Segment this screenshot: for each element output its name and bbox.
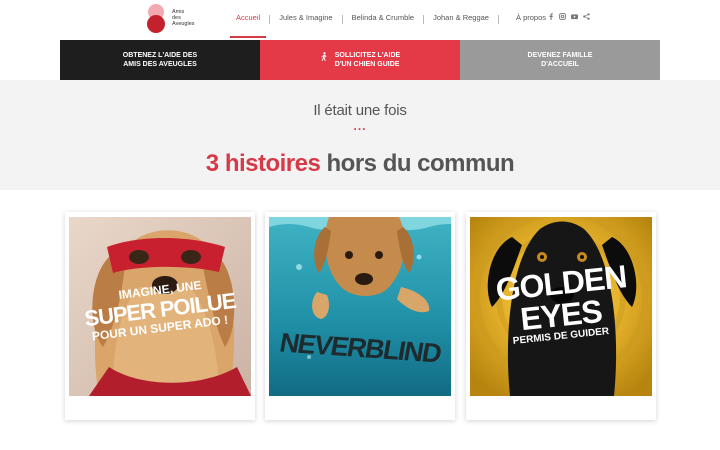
nav-separator: [269, 14, 271, 24]
nav-a-propos[interactable]: À propos: [510, 0, 552, 38]
underwater-dog-image: [269, 217, 451, 396]
headline-accent: 3 histoires: [205, 150, 321, 177]
story-card-neverblind[interactable]: NEVERBLIND: [265, 212, 455, 420]
band-item-line: D'ACCUEIL: [541, 61, 579, 68]
headline-rest: hors du commun: [320, 150, 515, 177]
nav-belinda-crumble[interactable]: Belinda & Crumble: [346, 0, 421, 38]
stories-section: Il était une fois ... 3 histoires hors d…: [0, 80, 720, 450]
section-kicker: Il était une fois: [313, 102, 407, 119]
band-item-line: DEVENEZ FAMILLE: [527, 51, 593, 59]
facebook-icon[interactable]: [547, 13, 554, 20]
social-links: [547, 13, 590, 20]
nav-separator: [497, 14, 499, 24]
logo-text: Amis des Aveugles: [172, 9, 195, 27]
band-devenez-famille[interactable]: DEVENEZ FAMILLE D'ACCUEIL: [460, 40, 660, 80]
section-headline: 3 histoires hors du commun: [0, 150, 720, 178]
logo-circles-icon: [147, 4, 165, 33]
nav-jules-imagine[interactable]: Jules & Imagine: [273, 0, 338, 38]
band-item-line: AMIS DES AVEUGLES: [123, 61, 197, 68]
poster-golden-eyes: GOLDEN EYES PERMIS DE GUIDER: [470, 217, 652, 396]
main-nav: Accueil Jules & Imagine Belinda & Crumbl…: [230, 0, 552, 38]
guide-dog-icon: [320, 51, 327, 61]
band-item-line: OBTENEZ L'AIDE DES: [122, 51, 198, 59]
band-item-line: SOLLICITEZ L'AIDE: [334, 51, 401, 59]
nav-johan-reggae[interactable]: Johan & Reggae: [427, 0, 495, 38]
band-item-line: D'UN CHIEN GUIDE: [334, 61, 400, 68]
poster-neverblind: NEVERBLIND: [269, 217, 451, 396]
action-band: OBTENEZ L'AIDE DES AMIS DES AVEUGLES SOL…: [60, 40, 660, 80]
site-header: Amis des Aveugles Accueil Jules & Imagin…: [0, 0, 720, 40]
nav-separator: [423, 14, 425, 24]
poster-imagine: IMAGINE, UNE SUPER POILUE POUR UN SUPER …: [69, 217, 251, 396]
youtube-icon[interactable]: [571, 13, 578, 20]
nav-accueil[interactable]: Accueil: [230, 0, 267, 38]
site-logo[interactable]: Amis des Aveugles: [147, 2, 207, 36]
band-sollicitez-aide[interactable]: SOLLICITEZ L'AIDE D'UN CHIEN GUIDE: [260, 40, 460, 80]
share-icon[interactable]: [583, 13, 590, 20]
story-card-imagine[interactable]: IMAGINE, UNE SUPER POILUE POUR UN SUPER …: [65, 212, 255, 420]
story-card-golden-eyes[interactable]: GOLDEN EYES PERMIS DE GUIDER: [466, 212, 656, 420]
section-dots: ...: [353, 119, 367, 133]
nav-separator: [341, 14, 343, 24]
instagram-icon[interactable]: [559, 13, 566, 20]
band-obtenez-aide[interactable]: OBTENEZ L'AIDE DES AMIS DES AVEUGLES: [60, 40, 260, 80]
